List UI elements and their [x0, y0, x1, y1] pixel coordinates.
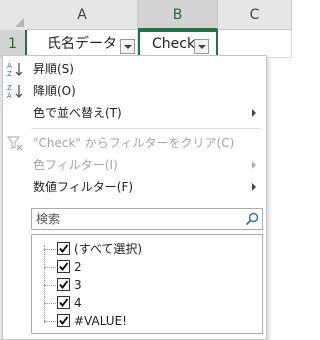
select-all-triangle-icon [15, 18, 24, 27]
number-filter-label: 数値フィルター(F) [33, 180, 134, 194]
list-item[interactable]: 2 [44, 258, 254, 276]
menu-item-sort-ascending[interactable]: A Z 昇順(S) [3, 58, 266, 80]
menu-item-sort-descending[interactable]: Z A 降順(O) [3, 80, 266, 102]
checkmark-icon [59, 244, 69, 253]
list-item-label: 4 [74, 296, 82, 310]
tree-branch [44, 285, 56, 286]
list-item[interactable]: #VALUE! [44, 312, 254, 330]
chevron-right-icon [252, 161, 256, 169]
filter-values-list: (すべて選択) 2 3 4 #VALUE! [31, 234, 263, 334]
chevron-right-icon [252, 183, 256, 191]
checkmark-icon [59, 262, 69, 271]
filter-search-input[interactable] [36, 210, 236, 228]
filter-dropdown-button-b[interactable] [194, 39, 209, 54]
checkbox[interactable] [57, 314, 70, 327]
checkbox[interactable] [57, 278, 70, 291]
sort-by-color-label: 色で並べ替え(T) [33, 106, 122, 120]
checkmark-icon [59, 316, 69, 325]
svg-text:A: A [7, 92, 12, 100]
list-item-label: 3 [74, 278, 82, 292]
list-item[interactable]: 3 [44, 276, 254, 294]
list-item-label: 2 [74, 260, 82, 274]
svg-text:Z: Z [7, 70, 12, 78]
column-header-c[interactable]: C [218, 0, 292, 30]
sort-ascending-label: 昇順(S) [33, 62, 74, 76]
menu-item-color-filter[interactable]: 色フィルター(I) [3, 154, 266, 176]
menu-item-sort-by-color[interactable]: 色で並べ替え(T) [3, 102, 266, 124]
sort-descending-icon: Z A [7, 84, 23, 100]
column-header-a[interactable]: A [27, 0, 138, 30]
checkbox[interactable] [57, 296, 70, 309]
menu-item-clear-filter[interactable]: "Check" からフィルターをクリア(C) [3, 132, 266, 154]
list-item-label: (すべて選択) [74, 242, 143, 256]
cell-c1[interactable] [218, 30, 292, 58]
checkbox[interactable] [57, 242, 70, 255]
sort-descending-label: 降順(O) [33, 84, 76, 98]
list-item-select-all[interactable]: (すべて選択) [44, 240, 254, 258]
chevron-right-icon [252, 109, 256, 117]
svg-text:A: A [7, 62, 12, 70]
select-all-corner[interactable] [0, 0, 28, 31]
sort-ascending-icon: A Z [7, 62, 23, 78]
clear-filter-label: "Check" からフィルターをクリア(C) [33, 136, 235, 150]
column-header-b[interactable]: B [138, 0, 218, 30]
menu-item-number-filter[interactable]: 数値フィルター(F) [3, 176, 266, 198]
cell-b1-text: Check [152, 36, 196, 52]
color-filter-label: 色フィルター(I) [33, 158, 118, 172]
svg-text:Z: Z [7, 84, 12, 92]
checkmark-icon [59, 280, 69, 289]
tree-branch [44, 267, 56, 268]
filter-search-box[interactable] [31, 208, 263, 230]
tree-branch [44, 303, 56, 304]
checkmark-icon [59, 298, 69, 307]
list-item[interactable]: 4 [44, 294, 254, 312]
cell-a1-text: 氏名データ [47, 36, 117, 52]
menu-separator [31, 128, 261, 129]
autofilter-dropdown-menu: A Z 昇順(S) Z A 降順(O) 色で並べ替え(T) "Check" から… [2, 55, 267, 340]
row-header-1[interactable]: 1 [0, 30, 27, 58]
magnifier-icon[interactable] [245, 212, 259, 226]
checkbox[interactable] [57, 260, 70, 273]
tree-branch [44, 321, 56, 322]
tree-branch [44, 249, 56, 250]
filter-dropdown-button-a[interactable] [120, 39, 135, 54]
clear-filter-icon [6, 136, 23, 151]
list-item-label: #VALUE! [74, 314, 127, 328]
